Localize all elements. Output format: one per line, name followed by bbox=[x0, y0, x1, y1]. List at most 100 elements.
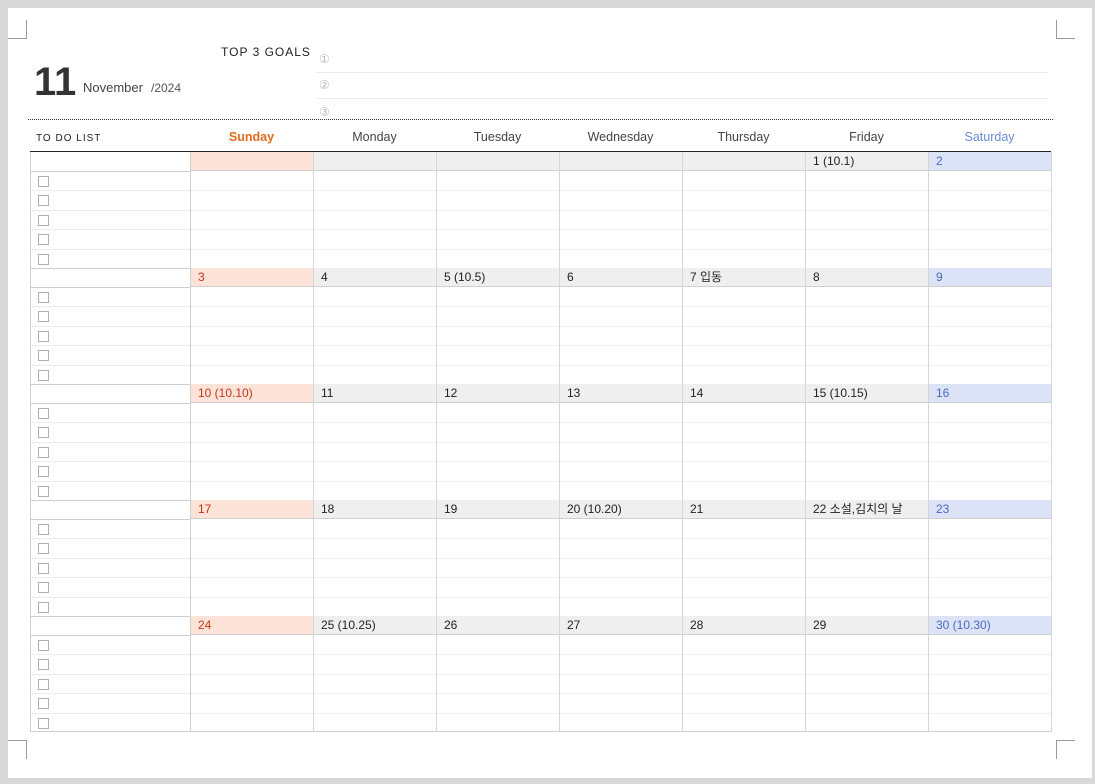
day-cell[interactable]: 21 bbox=[683, 500, 806, 616]
weekday-header-wednesday: Wednesday bbox=[587, 130, 654, 144]
todo-checkbox[interactable] bbox=[38, 253, 49, 265]
day-cell[interactable]: 14 bbox=[683, 384, 806, 500]
day-line bbox=[437, 673, 559, 675]
todo-checkbox[interactable] bbox=[38, 446, 49, 458]
day-line bbox=[806, 673, 928, 675]
todo-checkbox[interactable] bbox=[38, 195, 49, 207]
day-cell[interactable] bbox=[314, 152, 437, 268]
day-cell[interactable]: 19 bbox=[437, 500, 560, 616]
day-cell[interactable]: 1 (10.1) bbox=[806, 152, 929, 268]
day-cell[interactable]: 23 bbox=[929, 500, 1052, 616]
todo-checkbox[interactable] bbox=[38, 214, 49, 226]
day-line bbox=[314, 190, 436, 192]
day-cell[interactable]: 12 bbox=[437, 384, 560, 500]
day-line bbox=[437, 364, 559, 366]
todo-checkbox[interactable] bbox=[38, 524, 49, 535]
day-cell[interactable]: 2 bbox=[929, 152, 1052, 268]
todo-checkbox[interactable] bbox=[38, 562, 49, 574]
day-cell[interactable]: 26 bbox=[437, 616, 560, 732]
day-cell[interactable]: 16 bbox=[929, 384, 1052, 500]
day-line bbox=[929, 325, 1051, 327]
day-cell[interactable] bbox=[191, 152, 314, 268]
goal-row-3[interactable]: ③ bbox=[316, 99, 1048, 125]
day-line bbox=[683, 209, 805, 211]
day-cell[interactable]: 3 bbox=[191, 268, 314, 384]
day-line bbox=[191, 229, 313, 231]
goal-row-2[interactable]: ② bbox=[316, 72, 1048, 99]
day-cell[interactable]: 25 (10.25) bbox=[314, 616, 437, 732]
day-line bbox=[560, 693, 682, 695]
todo-checkbox[interactable] bbox=[38, 659, 49, 671]
todo-checkbox[interactable] bbox=[38, 543, 49, 555]
day-cell[interactable]: 15 (10.15) bbox=[806, 384, 929, 500]
todo-checkbox[interactable] bbox=[38, 369, 49, 381]
todo-checkbox[interactable] bbox=[38, 408, 49, 419]
day-number: 4 bbox=[314, 268, 436, 287]
day-line bbox=[314, 248, 436, 250]
todo-checkbox[interactable] bbox=[38, 234, 49, 246]
day-line bbox=[314, 306, 436, 308]
todo-week-header bbox=[31, 616, 190, 636]
todo-checkbox[interactable] bbox=[38, 350, 49, 362]
day-cell[interactable]: 13 bbox=[560, 384, 683, 500]
day-line bbox=[806, 577, 928, 579]
day-line bbox=[806, 248, 928, 250]
day-cell[interactable]: 20 (10.20) bbox=[560, 500, 683, 616]
day-cell[interactable]: 10 (10.10) bbox=[191, 384, 314, 500]
todo-checkbox[interactable] bbox=[38, 427, 49, 439]
day-cell[interactable]: 24 bbox=[191, 616, 314, 732]
todo-checkbox[interactable] bbox=[38, 176, 49, 187]
day-cell[interactable]: 29 bbox=[806, 616, 929, 732]
day-line bbox=[806, 557, 928, 559]
day-cell[interactable] bbox=[437, 152, 560, 268]
todo-checkbox[interactable] bbox=[38, 698, 49, 710]
day-line bbox=[806, 209, 928, 211]
day-line bbox=[191, 538, 313, 540]
day-cell[interactable]: 8 bbox=[806, 268, 929, 384]
day-number: 10 (10.10) bbox=[191, 384, 313, 403]
day-number: 8 bbox=[806, 268, 928, 287]
day-line bbox=[806, 325, 928, 327]
day-cell[interactable]: 27 bbox=[560, 616, 683, 732]
day-cell[interactable]: 22 소설,김치의 날 bbox=[806, 500, 929, 616]
day-line bbox=[560, 596, 682, 598]
day-line bbox=[314, 345, 436, 347]
day-line bbox=[929, 654, 1051, 656]
day-cell[interactable]: 7 입동 bbox=[683, 268, 806, 384]
todo-checkbox[interactable] bbox=[38, 485, 49, 497]
day-cell[interactable]: 6 bbox=[560, 268, 683, 384]
todo-checkbox[interactable] bbox=[38, 330, 49, 342]
todo-line bbox=[31, 557, 190, 559]
todo-checkbox[interactable] bbox=[38, 601, 49, 613]
day-cell[interactable]: 5 (10.5) bbox=[437, 268, 560, 384]
todo-checkbox[interactable] bbox=[38, 466, 49, 478]
day-cell[interactable] bbox=[683, 152, 806, 268]
todo-checkbox[interactable] bbox=[38, 582, 49, 594]
day-line bbox=[191, 461, 313, 463]
todo-line bbox=[31, 306, 190, 308]
day-cell[interactable]: 11 bbox=[314, 384, 437, 500]
day-cell[interactable]: 28 bbox=[683, 616, 806, 732]
day-line bbox=[314, 712, 436, 714]
day-cell[interactable]: 4 bbox=[314, 268, 437, 384]
day-line bbox=[683, 693, 805, 695]
day-cell[interactable]: 17 bbox=[191, 500, 314, 616]
weekday-header-tuesday: Tuesday bbox=[473, 130, 522, 144]
todo-checkbox[interactable] bbox=[38, 717, 49, 729]
day-cell[interactable]: 18 bbox=[314, 500, 437, 616]
day-line bbox=[560, 673, 682, 675]
todo-checkbox[interactable] bbox=[38, 292, 49, 303]
day-line bbox=[437, 422, 559, 424]
todo-checkbox[interactable] bbox=[38, 640, 49, 651]
weekday-header-monday: Monday bbox=[352, 130, 397, 144]
day-line bbox=[191, 693, 313, 695]
todo-checkbox[interactable] bbox=[38, 311, 49, 323]
day-line bbox=[314, 673, 436, 675]
day-line bbox=[191, 480, 313, 482]
todo-checkbox[interactable] bbox=[38, 678, 49, 690]
day-cell[interactable]: 9 bbox=[929, 268, 1052, 384]
day-cell[interactable] bbox=[560, 152, 683, 268]
goal-row-1[interactable]: ① bbox=[316, 46, 1048, 73]
day-line bbox=[191, 557, 313, 559]
day-cell[interactable]: 30 (10.30) bbox=[929, 616, 1052, 732]
